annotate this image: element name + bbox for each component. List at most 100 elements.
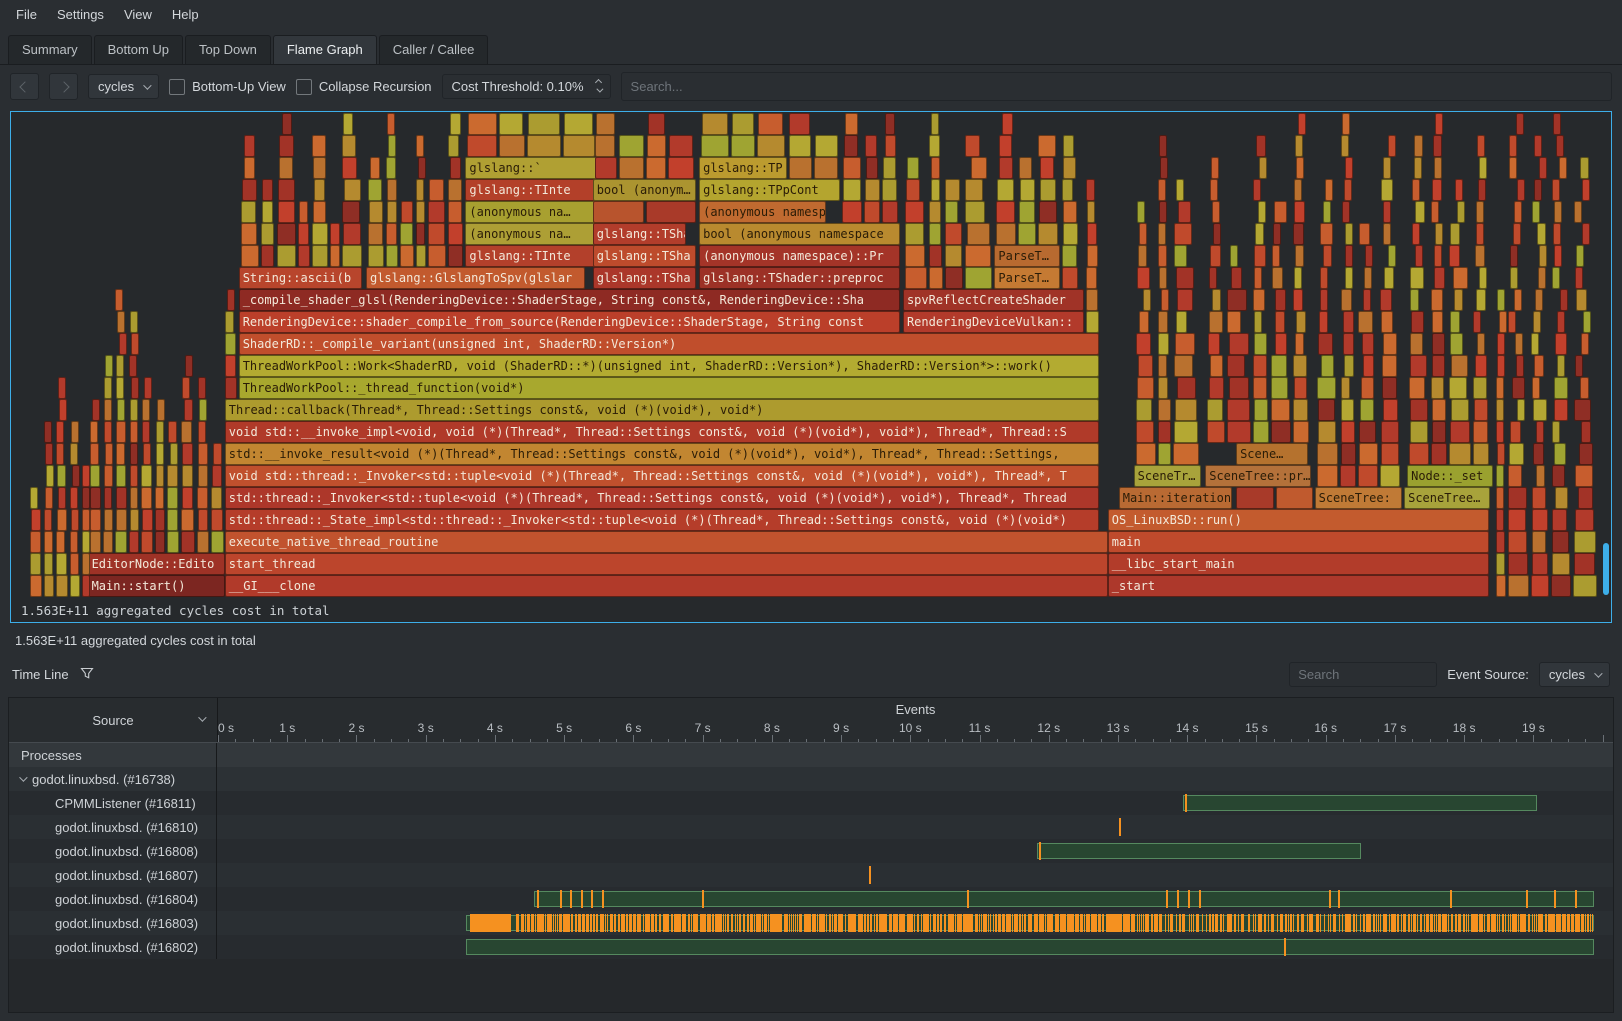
flame-frame[interactable] (1382, 377, 1397, 399)
flame-frame[interactable] (1039, 201, 1057, 223)
flame-frame[interactable] (1323, 201, 1331, 223)
flame-frame[interactable] (82, 531, 90, 553)
flame-frame[interactable] (115, 289, 123, 311)
nav-back-button[interactable] (10, 73, 39, 100)
flame-frame[interactable] (1137, 201, 1145, 223)
flame-frame[interactable] (1552, 509, 1568, 531)
flame-frame[interactable] (1272, 267, 1282, 289)
flame-frame[interactable] (1086, 179, 1095, 201)
flame-frame[interactable] (945, 201, 958, 223)
flame-frame[interactable] (1210, 179, 1218, 201)
flame-frame[interactable] (1576, 245, 1584, 267)
flame-frame[interactable] (1554, 377, 1568, 399)
flame-frame[interactable] (1158, 223, 1166, 245)
flame-frame[interactable] (1276, 487, 1313, 509)
timeline-row[interactable]: godot.linuxbsd. (#16807) (9, 863, 1613, 887)
flame-frame[interactable] (1449, 443, 1471, 465)
flame-frame[interactable] (330, 223, 339, 245)
flame-frame[interactable] (1317, 443, 1338, 465)
flame-frame[interactable]: __GI___clone (225, 575, 1108, 597)
flame-frame[interactable] (1158, 179, 1166, 201)
flame-frame[interactable] (1174, 223, 1191, 245)
flame-frame[interactable] (314, 179, 325, 201)
flame-frame[interactable] (1449, 245, 1460, 267)
flame-frame[interactable] (1457, 201, 1465, 223)
flame-frame[interactable] (1554, 245, 1562, 267)
flame-frame[interactable] (182, 443, 194, 465)
timeline-row[interactable]: godot.linuxbsd. (#16803) (9, 911, 1613, 935)
flame-frame[interactable] (262, 179, 273, 201)
flame-frame[interactable] (1559, 157, 1567, 179)
flame-frame[interactable] (1581, 421, 1591, 443)
timeline-row[interactable]: godot.linuxbsd. (#16802) (9, 935, 1613, 959)
flame-frame[interactable] (931, 157, 940, 179)
flame-frame[interactable] (1345, 223, 1353, 245)
flame-frame[interactable] (1230, 245, 1238, 267)
flame-frame[interactable] (1295, 245, 1304, 267)
flame-frame[interactable]: RenderingDeviceVulkan:: (903, 311, 1084, 333)
flame-frame[interactable] (119, 333, 127, 355)
flame-frame[interactable] (1318, 333, 1333, 355)
flame-frame[interactable] (1414, 135, 1423, 157)
flame-frame[interactable] (882, 201, 898, 223)
flame-frame[interactable] (116, 355, 124, 377)
flame-frame[interactable] (1479, 157, 1487, 179)
timeline-row-label[interactable]: godot.linuxbsd. (#16808) (9, 839, 217, 863)
flame-frame[interactable] (1477, 333, 1485, 355)
flame-frame[interactable] (1227, 355, 1245, 377)
flame-frame[interactable] (1411, 311, 1424, 333)
flame-frame[interactable]: String::ascii(b (239, 267, 362, 289)
flame-frame[interactable] (1359, 223, 1371, 245)
flame-frame[interactable] (1158, 399, 1171, 421)
flame-frame[interactable]: glslang::TSha (593, 267, 696, 289)
flame-frame[interactable] (1510, 421, 1521, 443)
flame-frame[interactable] (211, 531, 224, 553)
flame-frame[interactable] (1325, 179, 1333, 201)
flame-frame[interactable] (701, 135, 729, 157)
flame-frame[interactable] (1431, 289, 1442, 311)
flame-frame[interactable] (1063, 157, 1076, 179)
flame-area[interactable]: Main::start()__GI___clone_startEditorNod… (12, 113, 1601, 597)
flame-frame[interactable] (1380, 289, 1391, 311)
flame-frame[interactable] (1579, 443, 1593, 465)
flame-frame[interactable] (1532, 509, 1547, 531)
flame-frame[interactable] (262, 201, 273, 223)
flame-frame[interactable] (181, 509, 194, 531)
flame-frame[interactable] (90, 443, 99, 465)
flame-frame[interactable] (1510, 245, 1518, 267)
flame-frame[interactable] (1254, 399, 1269, 421)
flame-frame[interactable] (1363, 355, 1374, 377)
flame-frame[interactable] (1275, 289, 1286, 311)
flame-frame[interactable] (429, 179, 444, 201)
flame-frame[interactable] (1509, 135, 1517, 157)
flame-frame[interactable] (1271, 399, 1289, 421)
flame-frame[interactable] (1409, 377, 1424, 399)
flame-frame[interactable] (929, 135, 939, 157)
timeline-track[interactable] (217, 863, 1613, 887)
flame-frame[interactable] (527, 135, 561, 157)
flame-frame[interactable] (1575, 465, 1592, 487)
flame-frame[interactable] (1533, 443, 1544, 465)
flame-frame[interactable] (1514, 201, 1522, 223)
flame-frame[interactable] (343, 223, 361, 245)
flame-frame[interactable] (368, 245, 384, 267)
flame-frame[interactable]: Thread::callback(Thread*, Thread::Settin… (225, 399, 1099, 421)
flame-frame[interactable] (181, 421, 192, 443)
flame-frame[interactable] (1532, 201, 1540, 223)
flame-frame[interactable] (1340, 465, 1356, 487)
flame-frame[interactable] (865, 135, 877, 157)
flame-frame[interactable] (428, 245, 446, 267)
flame-frame[interactable] (312, 135, 325, 157)
flame-frame[interactable] (1451, 399, 1469, 421)
flame-frame[interactable] (1555, 487, 1569, 509)
timeline-row-label[interactable]: godot.linuxbsd. (#16810) (9, 815, 217, 839)
flame-frame[interactable] (1293, 399, 1308, 421)
flame-frame[interactable] (1320, 223, 1333, 245)
flame-frame[interactable] (1087, 223, 1097, 245)
flame-frame[interactable] (90, 531, 102, 553)
nav-forward-button[interactable] (49, 73, 78, 100)
flame-frame[interactable] (58, 377, 66, 399)
flame-frame[interactable] (157, 399, 165, 421)
flame-frame[interactable] (343, 113, 353, 135)
timeline-row-label[interactable]: godot.linuxbsd. (#16803) (9, 911, 217, 935)
